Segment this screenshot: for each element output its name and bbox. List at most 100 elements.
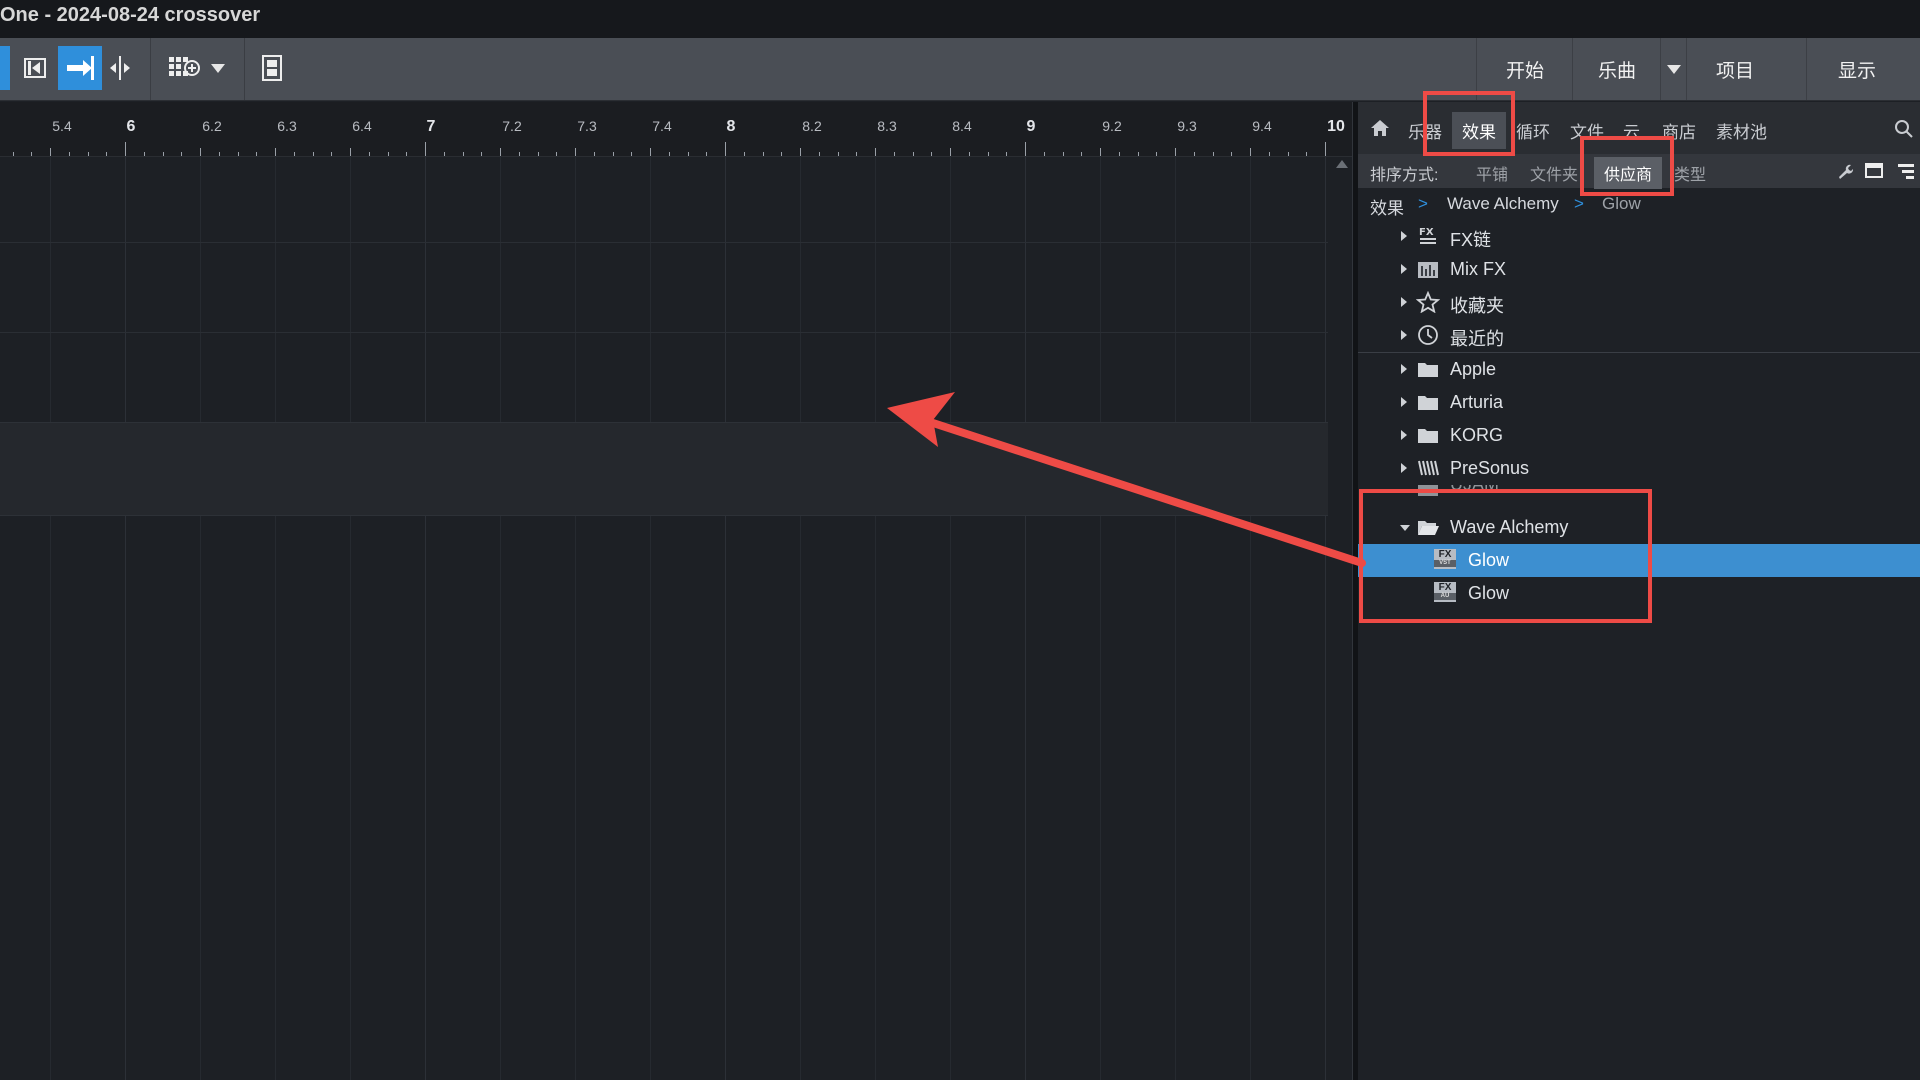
grid-line xyxy=(875,156,876,1080)
ruler-tick xyxy=(462,152,464,156)
list-item[interactable]: Mix FX xyxy=(1358,253,1920,286)
expand-arrow-icon[interactable] xyxy=(1401,430,1407,440)
grid-dropdown-button[interactable] xyxy=(208,46,228,90)
ruler-label: 8.3 xyxy=(877,118,897,134)
ruler-tick xyxy=(481,152,483,156)
ruler-tick xyxy=(518,152,520,156)
grid-line xyxy=(275,156,276,1080)
song-page-button[interactable]: 乐曲 xyxy=(1572,38,1661,100)
ruler-tick xyxy=(162,152,164,156)
sort-type-button[interactable]: 类型 xyxy=(1674,161,1706,185)
list-item[interactable]: Apple xyxy=(1358,353,1920,386)
ruler-tick xyxy=(856,152,858,156)
sort-label: 排序方式: xyxy=(1370,167,1439,184)
ruler-label: 8.2 xyxy=(802,118,822,134)
ruler-tick xyxy=(875,148,876,156)
track-divider xyxy=(0,332,1328,333)
ruler-tick xyxy=(50,148,51,156)
window-title: One - 2024-08-24 crossover xyxy=(0,4,261,26)
ruler-tick xyxy=(181,152,183,156)
skip-back-tool-button[interactable] xyxy=(18,46,54,90)
ruler-tick xyxy=(125,142,126,156)
ruler-tick xyxy=(1268,152,1270,156)
list-item-label: Apple xyxy=(1450,359,1497,379)
ruler-tick xyxy=(1137,152,1139,156)
selected-track-lane[interactable] xyxy=(0,422,1328,516)
clock-icon xyxy=(1416,324,1440,346)
list-item[interactable]: 收藏夹 xyxy=(1358,286,1920,319)
ruler-tick xyxy=(575,148,576,156)
tool-button-partial[interactable] xyxy=(0,46,10,90)
arrange-view[interactable]: 5.4 6 6.2 6.3 6.4 7 7.2 7.3 7.4 8 8.2 8.… xyxy=(0,102,1352,1080)
tab-pool[interactable]: 素材池 xyxy=(1716,118,1767,143)
ruler-label: 7.2 xyxy=(502,118,522,134)
window-icon[interactable] xyxy=(1864,162,1884,180)
project-page-button[interactable]: 项目 xyxy=(1686,38,1783,100)
grid-add-tool-button[interactable] xyxy=(164,46,204,90)
ruler-tick xyxy=(1212,152,1214,156)
video-tool-button[interactable] xyxy=(256,46,288,90)
ruler-label: 6.2 xyxy=(202,118,222,134)
list-item[interactable]: 最近的 xyxy=(1358,319,1920,352)
breadcrumb-item[interactable]: Glow xyxy=(1602,194,1641,214)
grid-line xyxy=(50,156,51,1080)
expand-arrow-icon[interactable] xyxy=(1401,330,1407,340)
show-label: 显示 xyxy=(1837,60,1876,82)
list-item[interactable]: FX FX链 xyxy=(1358,220,1920,253)
snap-forward-tool-button[interactable] xyxy=(58,46,102,90)
film-icon xyxy=(262,55,282,81)
svg-text:FX: FX xyxy=(1419,227,1434,238)
ruler-label: 6.4 xyxy=(352,118,372,134)
folder-icon xyxy=(1416,358,1440,380)
ruler-tick xyxy=(31,152,33,156)
list-view-icon[interactable] xyxy=(1896,162,1916,180)
show-button[interactable]: 显示 xyxy=(1806,38,1907,100)
grid-line xyxy=(1175,156,1176,1080)
list-item[interactable]: Arturia xyxy=(1358,386,1920,419)
ruler-tick xyxy=(425,142,426,156)
ruler-tick xyxy=(1175,148,1176,156)
song-dropdown-button[interactable] xyxy=(1660,38,1687,100)
expand-arrow-icon[interactable] xyxy=(1401,364,1407,374)
ruler-tick xyxy=(1231,152,1233,156)
timeline-ruler[interactable]: 5.4 6 6.2 6.3 6.4 7 7.2 7.3 7.4 8 8.2 8.… xyxy=(0,102,1352,157)
expand-arrow-icon[interactable] xyxy=(1401,397,1407,407)
expand-arrow-icon[interactable] xyxy=(1401,264,1407,274)
ruler-tick xyxy=(293,152,295,156)
breadcrumb-item[interactable]: Wave Alchemy xyxy=(1447,194,1559,214)
skip-back-icon xyxy=(24,58,46,78)
sort-folder-button[interactable]: 文件夹 xyxy=(1530,161,1578,185)
ruler-tick xyxy=(1043,152,1045,156)
track-divider xyxy=(0,242,1328,243)
breadcrumb-item[interactable]: 效果 xyxy=(1370,194,1404,219)
sort-flat-button[interactable]: 平铺 xyxy=(1476,161,1508,185)
wrench-icon[interactable] xyxy=(1836,162,1854,180)
tab-loops[interactable]: 循环 xyxy=(1516,118,1550,143)
main-toolbar: 开始 乐曲 项目 显示 xyxy=(0,38,1920,101)
expand-arrow-icon[interactable] xyxy=(1401,463,1407,473)
ruler-tick xyxy=(406,152,408,156)
ruler-tick xyxy=(312,152,314,156)
ruler-tick xyxy=(1062,152,1064,156)
ruler-tick xyxy=(1325,142,1326,156)
home-icon[interactable] xyxy=(1370,119,1390,137)
scroll-up-icon[interactable] xyxy=(1336,160,1348,168)
ruler-label: 6.3 xyxy=(277,118,297,134)
mix-fx-icon xyxy=(1416,258,1440,280)
ruler-label: 10 xyxy=(1327,118,1345,135)
expand-arrow-icon[interactable] xyxy=(1401,297,1407,307)
ruler-tick xyxy=(237,152,239,156)
highlight-box xyxy=(1423,91,1515,156)
grid-line xyxy=(1025,156,1026,1080)
expand-arrow-icon[interactable] xyxy=(1401,231,1407,241)
ruler-tick xyxy=(256,152,258,156)
ruler-label: 9 xyxy=(1026,118,1036,135)
ruler-tick xyxy=(1156,152,1158,156)
list-item[interactable]: PreSonus xyxy=(1358,452,1920,485)
split-tool-button[interactable] xyxy=(104,46,136,90)
project-page-label: 项目 xyxy=(1715,60,1754,82)
list-item[interactable]: KORG xyxy=(1358,419,1920,452)
ruler-tick xyxy=(68,152,70,156)
search-icon[interactable] xyxy=(1894,119,1914,139)
grid-line xyxy=(1100,156,1101,1080)
